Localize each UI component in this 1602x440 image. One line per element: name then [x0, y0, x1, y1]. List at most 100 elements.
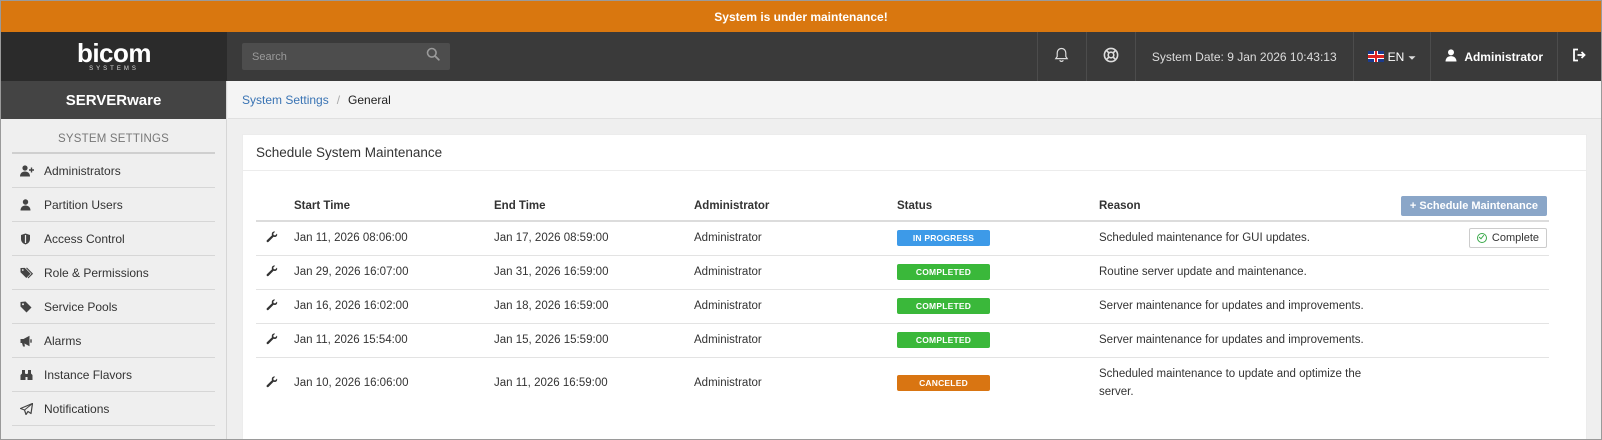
- status-badge: COMPLETED: [897, 332, 990, 348]
- sidebar-item-partition-users[interactable]: Partition Users: [12, 188, 215, 222]
- start-time-cell: Jan 11, 2026 08:06:00: [294, 221, 494, 256]
- breadcrumb-separator: /: [336, 92, 341, 107]
- table-row: Jan 10, 2026 16:06:00 Jan 11, 2026 16:59…: [256, 357, 1549, 409]
- system-date: System Date: 9 Jan 2026 10:43:13: [1134, 32, 1353, 81]
- maintenance-table-body: Jan 11, 2026 08:06:00 Jan 17, 2026 08:59…: [256, 221, 1549, 409]
- caret-down-icon: [1408, 50, 1416, 64]
- tag-icon: [20, 301, 44, 313]
- administrator-cell: Administrator: [694, 255, 897, 290]
- maintenance-banner: System is under maintenance!: [1, 1, 1601, 32]
- sidebar-item-access-control[interactable]: Access Control: [12, 222, 215, 256]
- end-time-cell: Jan 17, 2026 08:59:00: [494, 221, 694, 256]
- end-time-cell: Jan 11, 2026 16:59:00: [494, 377, 608, 390]
- table-row: Jan 11, 2026 08:06:00 Jan 17, 2026 08:59…: [256, 221, 1549, 256]
- edit-cell: [256, 289, 294, 324]
- wrench-icon[interactable]: [266, 265, 278, 280]
- status-cell: COMPLETED: [897, 255, 1099, 290]
- user-icon: [20, 198, 44, 211]
- user-icon: [1445, 48, 1457, 65]
- action-cell: Complete: [1389, 221, 1549, 256]
- plus-icon: +: [1409, 199, 1417, 212]
- column-header-status: Status: [897, 191, 1099, 222]
- start-time-cell: Jan 10, 2026 16:06:00: [294, 377, 409, 390]
- sidebar-item-alarms[interactable]: Alarms: [12, 324, 215, 358]
- sidebar-item-label: Partition Users: [44, 197, 123, 212]
- sidebar-item-label: Service Pools: [44, 299, 118, 314]
- language-selector[interactable]: EN: [1352, 32, 1431, 81]
- sidebar-item-service-pools[interactable]: Service Pools: [12, 290, 215, 324]
- check-circle-icon: [1476, 233, 1487, 244]
- breadcrumb-link-system-settings[interactable]: System Settings: [242, 93, 329, 107]
- flag-icon: [1367, 51, 1384, 62]
- logout-button[interactable]: [1557, 32, 1601, 81]
- table-row: Jan 16, 2026 16:02:00 Jan 18, 2026 16:59…: [256, 289, 1549, 324]
- edit-cell: [256, 323, 294, 358]
- schedule-maintenance-button[interactable]: + Schedule Maintenance: [1400, 195, 1547, 216]
- action-cell: [1389, 255, 1549, 290]
- column-header-administrator: Administrator: [694, 191, 897, 222]
- top-bar-right: System Date: 9 Jan 2026 10:43:13 EN Admi…: [1036, 32, 1601, 81]
- breadcrumb: System Settings / General: [228, 81, 1601, 119]
- maintenance-table: Start Time End Time Administrator Status…: [256, 191, 1549, 409]
- app-window: System is under maintenance! bicom SYSTE…: [0, 0, 1602, 440]
- binoculars-icon: [20, 369, 44, 381]
- table-header-row: Start Time End Time Administrator Status…: [256, 191, 1549, 222]
- wrench-icon[interactable]: [266, 299, 278, 314]
- maintenance-panel: Schedule System Maintenance Start Time E…: [242, 134, 1587, 439]
- notifications-button[interactable]: [1036, 32, 1086, 81]
- reason-cell: Routine server update and maintenance.: [1099, 255, 1389, 290]
- breadcrumb-current: General: [348, 92, 391, 107]
- wrench-icon[interactable]: [266, 333, 278, 348]
- product-brand-text: SERVERware: [65, 91, 162, 109]
- user-menu[interactable]: Administrator: [1430, 32, 1557, 81]
- status-cell: CANCELED: [897, 357, 1099, 409]
- end-time-cell: Jan 15, 2026 15:59:00: [494, 323, 694, 358]
- lifebuoy-icon: [1103, 47, 1119, 66]
- status-badge: COMPLETED: [897, 298, 990, 314]
- column-header-icon: [256, 191, 294, 222]
- top-bar: bicom SYSTEMS System Date: 9 Jan 2026 10…: [1, 32, 1601, 81]
- sidebar: SERVERware SYSTEM SETTINGS Administrator…: [1, 81, 227, 439]
- sidebar-item-label: Administrators: [44, 163, 121, 178]
- search-input[interactable]: [252, 50, 412, 63]
- sidebar-item-label: Access Control: [44, 231, 125, 246]
- bell-icon: [1054, 47, 1069, 66]
- status-badge: IN PROGRESS: [897, 230, 990, 247]
- sidebar-item-label: Role & Permissions: [44, 265, 149, 280]
- complete-label: Complete: [1491, 232, 1539, 245]
- action-cell: [1389, 357, 1549, 409]
- tags-icon: [20, 267, 44, 279]
- product-brand: SERVERware: [1, 81, 226, 119]
- sidebar-item-notifications[interactable]: Notifications: [12, 392, 215, 426]
- system-date-text: System Date: 9 Jan 2026 10:43:13: [1151, 49, 1337, 64]
- language-label: EN: [1387, 49, 1405, 64]
- start-time-cell: Jan 16, 2026 16:02:00: [294, 289, 494, 324]
- action-cell: [1389, 323, 1549, 358]
- logo[interactable]: bicom SYSTEMS: [1, 32, 227, 81]
- status-cell: COMPLETED: [897, 323, 1099, 358]
- sidebar-item-instance-flavors[interactable]: Instance Flavors: [12, 358, 215, 392]
- wrench-icon[interactable]: [266, 376, 278, 391]
- column-header-start-time: Start Time: [294, 191, 494, 222]
- sidebar-item-administrators[interactable]: Administrators: [12, 154, 215, 188]
- reason-cell: Scheduled maintenance for GUI updates.: [1099, 221, 1389, 256]
- administrator-cell: Administrator: [694, 377, 762, 390]
- main-content: System Settings / General Schedule Syste…: [228, 81, 1601, 439]
- edit-cell: [256, 357, 294, 409]
- sidebar-item-label: Alarms: [44, 333, 82, 348]
- column-header-reason: Reason: [1099, 191, 1389, 222]
- status-cell: IN PROGRESS: [897, 221, 1099, 256]
- sidebar-item-role-permissions[interactable]: Role & Permissions: [12, 256, 215, 290]
- support-button[interactable]: [1085, 32, 1135, 81]
- complete-button[interactable]: Complete: [1468, 228, 1547, 249]
- wrench-icon[interactable]: [266, 231, 278, 246]
- start-time-cell: Jan 11, 2026 15:54:00: [294, 323, 494, 358]
- search-icon[interactable]: [426, 47, 440, 66]
- status-cell: COMPLETED: [897, 289, 1099, 324]
- maintenance-banner-text: System is under maintenance!: [714, 9, 888, 24]
- sidebar-item-label: Notifications: [44, 401, 110, 416]
- panel-title: Schedule System Maintenance: [243, 135, 1586, 171]
- edit-cell: [256, 221, 294, 256]
- table-row: Jan 11, 2026 15:54:00 Jan 15, 2026 15:59…: [256, 323, 1549, 358]
- column-header-actions: + Schedule Maintenance: [1389, 191, 1549, 222]
